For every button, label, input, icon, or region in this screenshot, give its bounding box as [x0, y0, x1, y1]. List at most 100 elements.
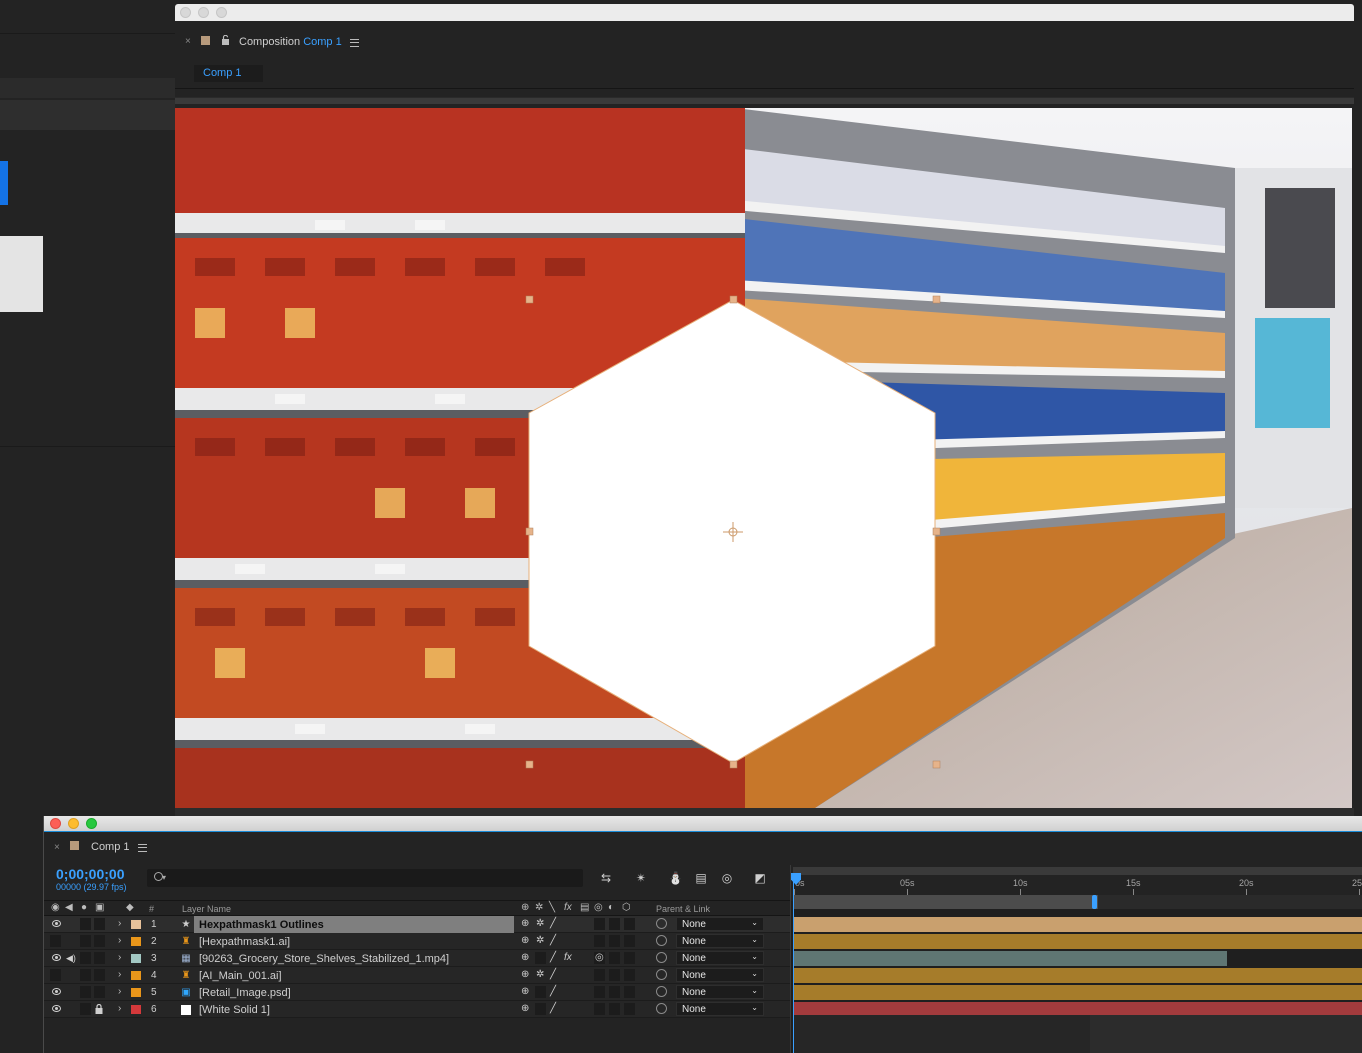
- shy-switch-icon[interactable]: ⊕: [521, 952, 529, 964]
- frame-blend-toggle[interactable]: [594, 986, 605, 998]
- lock-toggle[interactable]: [94, 986, 105, 998]
- solo-toggle[interactable]: [80, 935, 91, 947]
- adjustment-toggle[interactable]: [624, 986, 635, 998]
- quality-switch-icon[interactable]: ╱: [550, 986, 556, 998]
- parent-pickwhip-icon[interactable]: [656, 935, 667, 946]
- parent-pickwhip-icon[interactable]: [656, 1003, 667, 1014]
- collapse-transform-toggle[interactable]: [535, 1003, 546, 1015]
- solo-toggle[interactable]: [80, 918, 91, 930]
- layer-label-swatch[interactable]: [131, 937, 141, 946]
- layer-duration-bar[interactable]: [793, 934, 1362, 949]
- layer-row[interactable]: › 6 [White Solid 1] ⊕ ╱ None ⌄: [44, 1001, 790, 1018]
- shy-switch-icon[interactable]: ⊕: [521, 986, 529, 998]
- layer-name[interactable]: [AI_Main_001.ai]: [199, 970, 282, 982]
- work-area-end-handle[interactable]: [1092, 895, 1097, 909]
- parent-link-column-header[interactable]: Parent & Link: [656, 904, 710, 914]
- layer-name[interactable]: [Retail_Image.psd]: [199, 987, 291, 999]
- lock-toggle[interactable]: [94, 918, 105, 930]
- label-tag-icon[interactable]: ◆: [126, 903, 134, 913]
- visibility-eye-icon[interactable]: [52, 988, 61, 995]
- audio-toggle[interactable]: [65, 1003, 76, 1015]
- collapse-transform-icon[interactable]: ✲: [536, 935, 544, 947]
- time-navigator[interactable]: [793, 867, 1362, 875]
- expand-chevron-icon[interactable]: ›: [118, 918, 121, 929]
- comp-navigator-tab[interactable]: Comp 1: [194, 65, 263, 82]
- window-minimize-button[interactable]: [198, 7, 209, 18]
- parent-pickwhip-icon[interactable]: [656, 969, 667, 980]
- lock-toggle[interactable]: [94, 969, 105, 981]
- collapse-transform-icon[interactable]: ✲: [536, 918, 544, 930]
- visibility-toggle[interactable]: [50, 969, 61, 981]
- panel-menu-icon[interactable]: [138, 844, 147, 852]
- video-switch-icon[interactable]: ◉: [51, 903, 60, 913]
- layer-name[interactable]: [White Solid 1]: [199, 1004, 270, 1016]
- comp-flowchart-icon[interactable]: ⇆: [599, 872, 613, 884]
- window-zoom-button[interactable]: [216, 7, 227, 18]
- lock-toggle[interactable]: [94, 952, 105, 964]
- audio-toggle[interactable]: [65, 935, 76, 947]
- solo-switch-icon[interactable]: ●: [81, 903, 87, 913]
- layer-name[interactable]: [90263_Grocery_Store_Shelves_Stabilized_…: [199, 953, 449, 965]
- composition-viewer[interactable]: [175, 108, 1352, 808]
- lock-switch-icon[interactable]: ▣: [95, 903, 104, 913]
- motion-blur-toggle[interactable]: [609, 969, 620, 981]
- parent-dropdown[interactable]: None ⌄: [676, 985, 764, 999]
- audio-toggle[interactable]: [65, 969, 76, 981]
- timeline-graph[interactable]: 0s 05s 10s 15s 20s 25: [790, 865, 1362, 1053]
- layer-row[interactable]: › 4 ♜ [AI_Main_001.ai] ⊕ ✲ ╱ None ⌄: [44, 967, 790, 984]
- draft-3d-icon[interactable]: ✴: [634, 872, 648, 884]
- adjustment-toggle[interactable]: [624, 918, 635, 930]
- parent-dropdown[interactable]: None ⌄: [676, 1002, 764, 1016]
- solo-toggle[interactable]: [80, 952, 91, 964]
- adjustment-toggle[interactable]: [624, 969, 635, 981]
- close-panel-icon[interactable]: ×: [54, 842, 60, 853]
- quality-switch-icon[interactable]: ╱: [550, 918, 556, 930]
- layer-name-column-header[interactable]: Layer Name: [182, 904, 231, 914]
- visibility-eye-icon[interactable]: [52, 954, 61, 961]
- visibility-eye-icon[interactable]: [52, 920, 61, 927]
- layer-duration-bar[interactable]: [793, 968, 1362, 983]
- window-zoom-button[interactable]: [86, 818, 97, 829]
- close-panel-icon[interactable]: ×: [185, 36, 191, 47]
- composition-panel-title[interactable]: Composition Comp 1: [239, 36, 342, 48]
- shy-layers-icon[interactable]: ⛄: [668, 872, 683, 884]
- quality-switch-icon[interactable]: ╱: [550, 952, 556, 964]
- panel-menu-icon[interactable]: [350, 39, 359, 47]
- motion-blur-toggle[interactable]: [609, 986, 620, 998]
- parent-pickwhip-icon[interactable]: [656, 986, 667, 997]
- frame-blend-toggle[interactable]: [594, 935, 605, 947]
- layer-label-swatch[interactable]: [131, 920, 141, 929]
- solo-toggle[interactable]: [80, 986, 91, 998]
- audio-switch-icon[interactable]: ◀: [65, 903, 73, 913]
- parent-pickwhip-icon[interactable]: [656, 918, 667, 929]
- layer-name-cell[interactable]: Hexpathmask1 Outlines: [194, 916, 514, 933]
- frame-blend-toggle[interactable]: [594, 969, 605, 981]
- motion-blur-toggle[interactable]: [609, 935, 620, 947]
- shy-switch-icon[interactable]: ⊕: [521, 918, 529, 930]
- solo-toggle[interactable]: [80, 969, 91, 981]
- adjustment-toggle[interactable]: [624, 935, 635, 947]
- window-close-button[interactable]: [180, 7, 191, 18]
- current-time-display[interactable]: 0;00;00;00: [56, 866, 125, 882]
- layer-label-swatch[interactable]: [131, 954, 141, 963]
- selected-item-marker[interactable]: [0, 161, 8, 205]
- parent-dropdown[interactable]: None ⌄: [676, 968, 764, 982]
- visibility-toggle[interactable]: [50, 935, 61, 947]
- audio-speaker-icon[interactable]: ◀): [66, 953, 76, 964]
- layer-row[interactable]: › 1 ★ Hexpathmask1 Outlines ⊕ ✲ ╱ None ⌄: [44, 916, 790, 933]
- layer-label-swatch[interactable]: [131, 971, 141, 980]
- collapse-transform-icon[interactable]: ✲: [536, 969, 544, 981]
- expand-chevron-icon[interactable]: ›: [118, 969, 121, 980]
- layer-name[interactable]: [Hexpathmask1.ai]: [199, 936, 290, 948]
- expand-chevron-icon[interactable]: ›: [118, 1003, 121, 1014]
- expand-chevron-icon[interactable]: ›: [118, 935, 121, 946]
- work-area-bar[interactable]: [793, 895, 1098, 909]
- collapse-transform-toggle[interactable]: [535, 952, 546, 964]
- window-titlebar[interactable]: [175, 4, 1354, 21]
- parent-dropdown[interactable]: None ⌄: [676, 951, 764, 965]
- shy-switch-icon[interactable]: ⊕: [521, 1003, 529, 1015]
- visibility-eye-icon[interactable]: [52, 1005, 61, 1012]
- layer-duration-bar[interactable]: [793, 917, 1362, 932]
- shy-switch-icon[interactable]: ⊕: [521, 969, 529, 981]
- layer-duration-bar[interactable]: [793, 985, 1362, 1000]
